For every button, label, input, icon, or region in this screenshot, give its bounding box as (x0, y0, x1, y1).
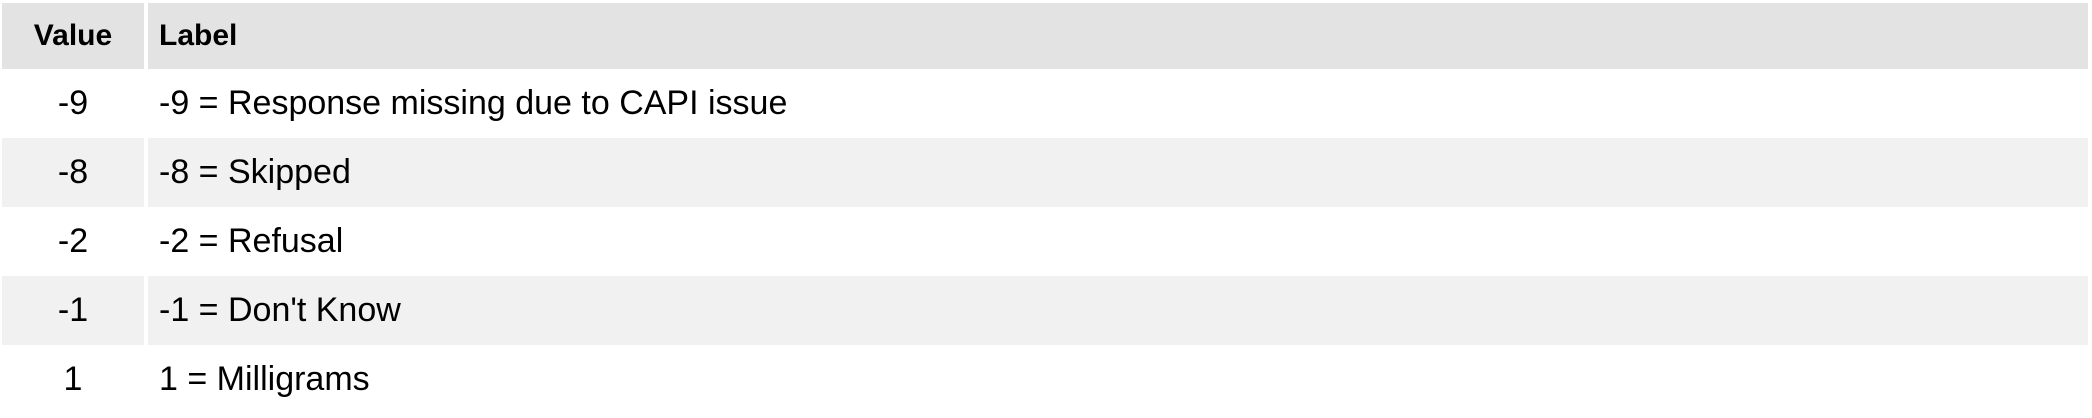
table-row: -2 -2 = Refusal (2, 207, 2088, 276)
value-cell: -1 (2, 276, 148, 345)
value-cell: -2 (2, 207, 148, 276)
value-label-table-container: Value Label -9 -9 = Response missing due… (0, 0, 2092, 418)
label-cell: -1 = Don't Know (159, 291, 401, 329)
table-header-row: Value Label (2, 3, 2088, 69)
label-cell: -2 = Refusal (159, 222, 344, 260)
table-row: 1 1 = Milligrams (2, 345, 2088, 414)
column-header-value: Value (2, 3, 148, 69)
value-label-table: Value Label -9 -9 = Response missing due… (2, 3, 2088, 414)
table-row: -9 -9 = Response missing due to CAPI iss… (2, 69, 2088, 138)
table-row: -8 -8 = Skipped (2, 138, 2088, 207)
label-cell: 1 = Milligrams (159, 360, 370, 398)
label-cell: -8 = Skipped (159, 153, 351, 191)
label-cell: -9 = Response missing due to CAPI issue (159, 84, 788, 122)
value-cell: -8 (2, 138, 148, 207)
table-row: -1 -1 = Don't Know (2, 276, 2088, 345)
value-cell: 1 (2, 345, 148, 414)
column-header-label: Label (159, 19, 238, 52)
value-cell: -9 (2, 69, 148, 138)
